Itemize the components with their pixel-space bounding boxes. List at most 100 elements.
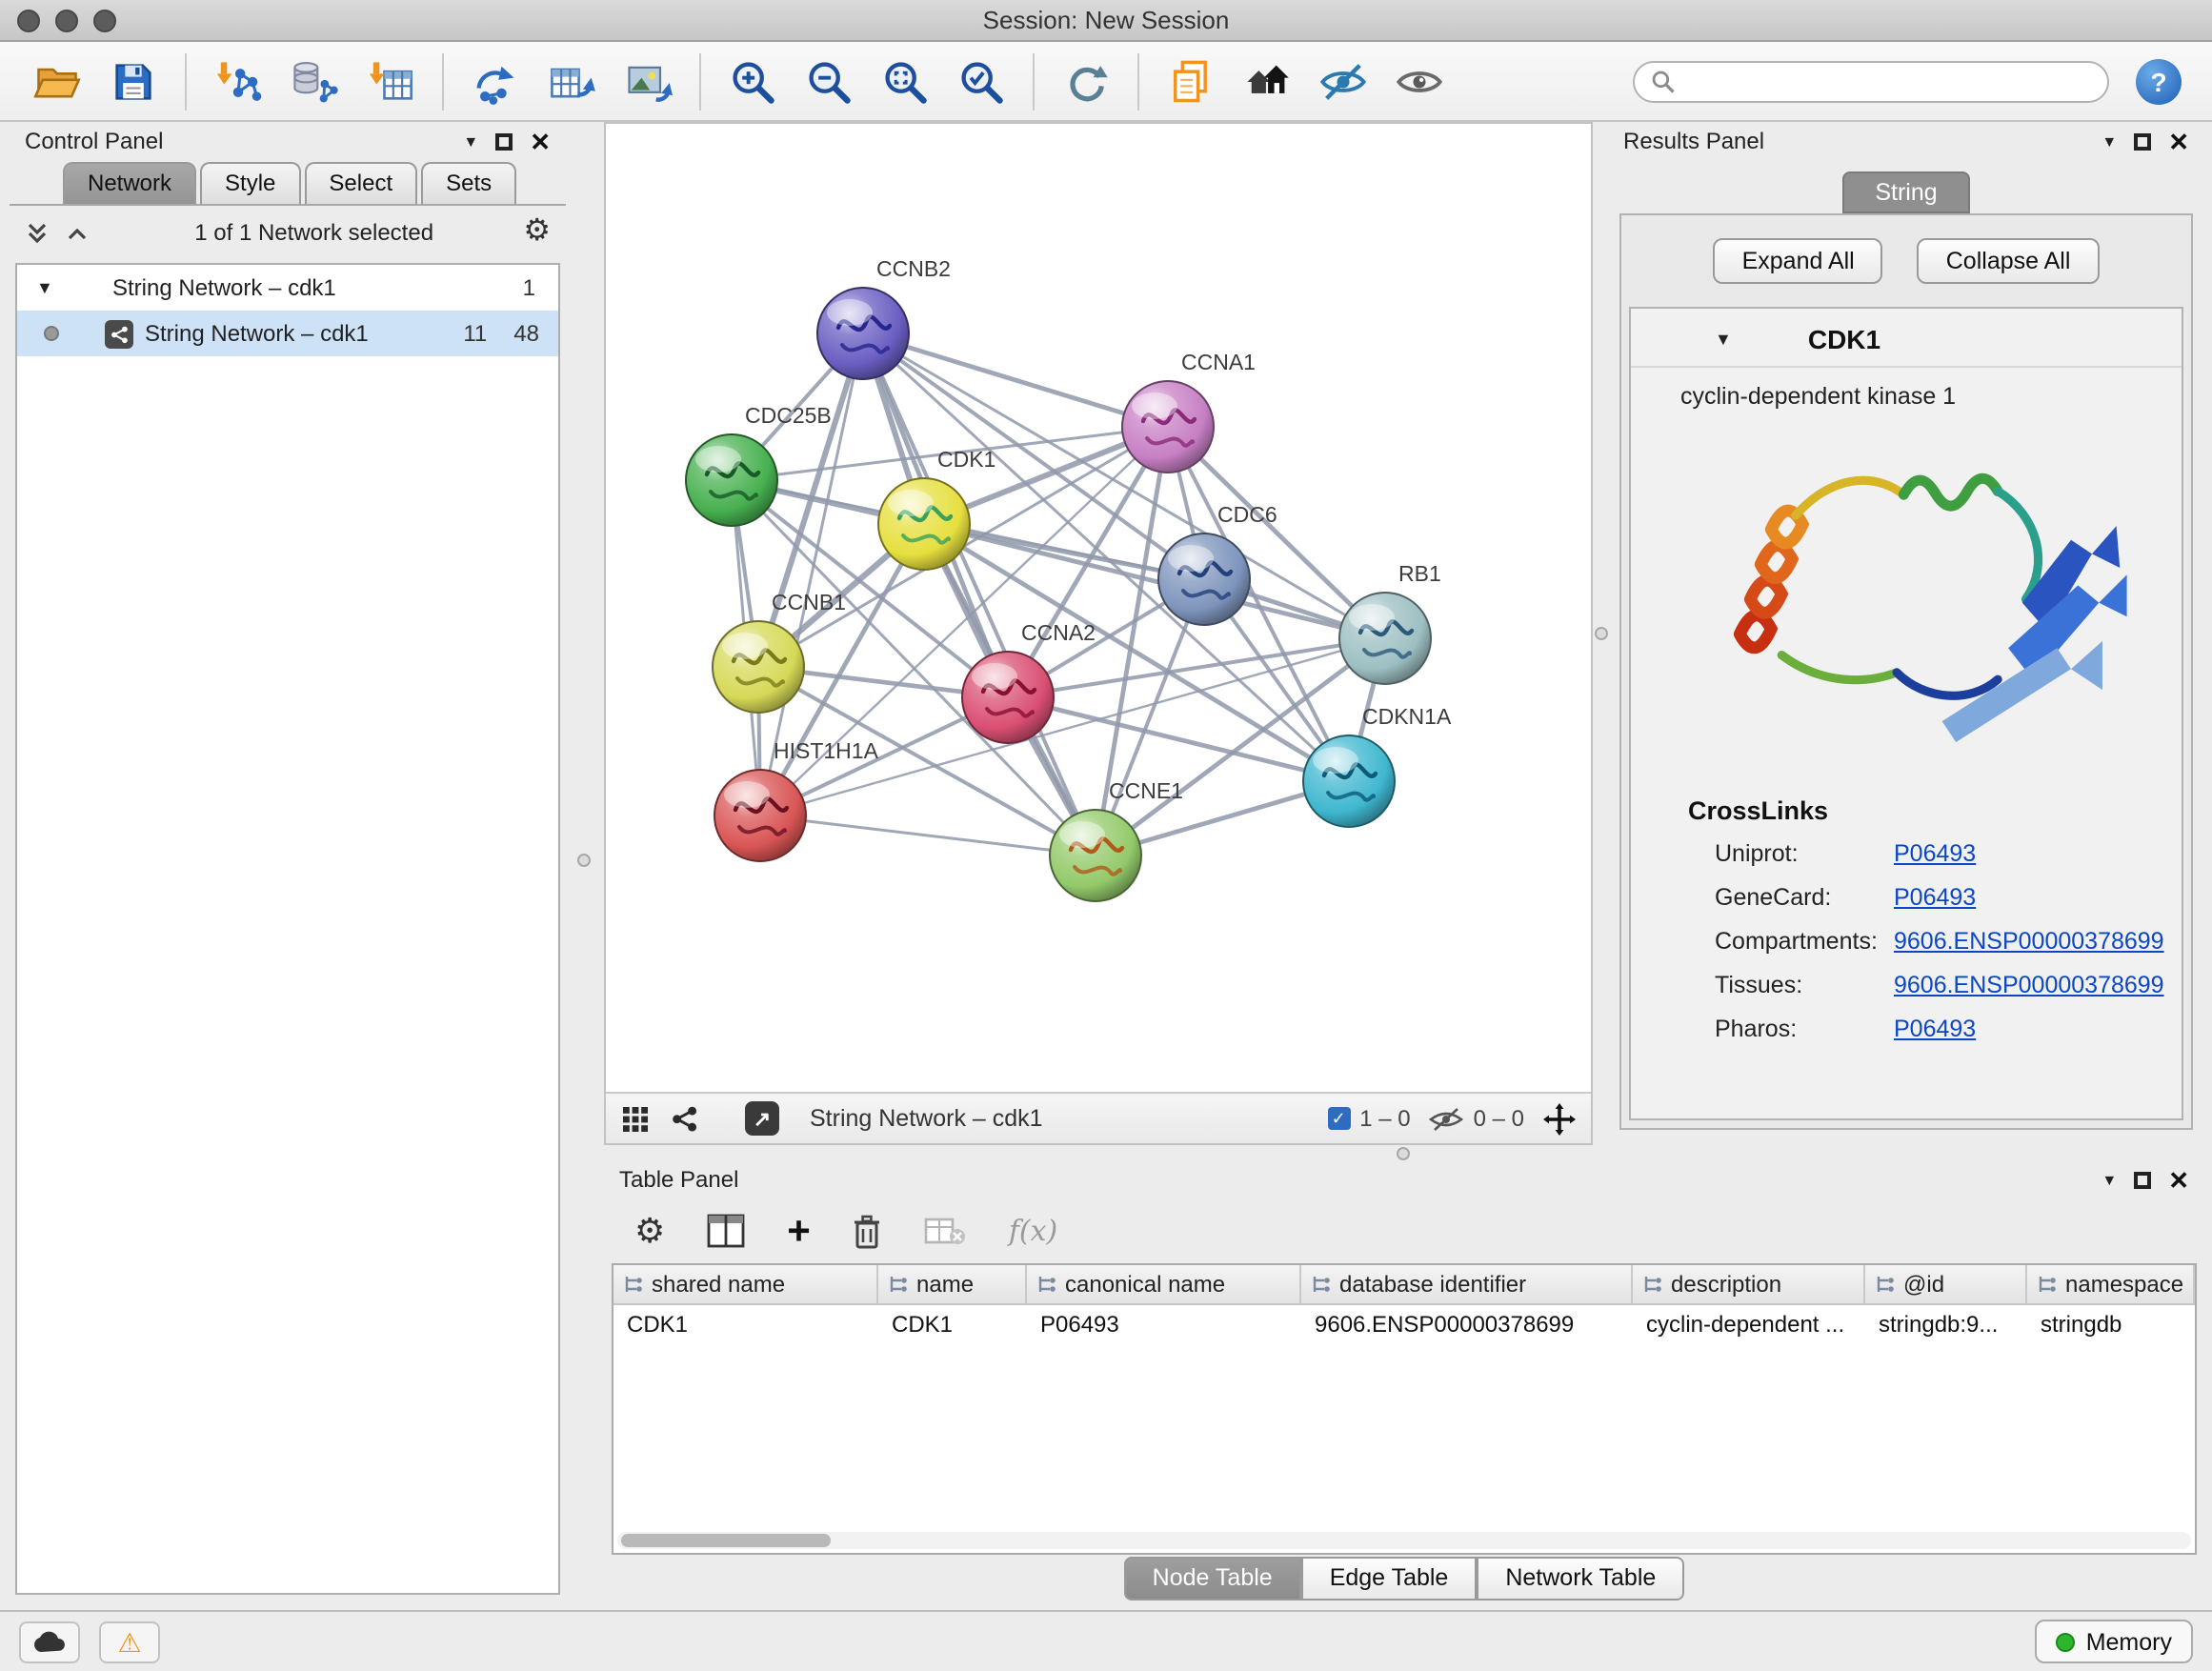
tab-sets[interactable]: Sets [421,162,516,204]
tab-node-table[interactable]: Node Table [1124,1557,1301,1601]
hidden-edge-count: 0 – 0 [1430,1105,1524,1132]
column-header-namespace[interactable]: namespace [2027,1265,2195,1303]
hide-panel-button[interactable] [1309,49,1377,113]
network-node-rb1[interactable]: RB1 [1339,561,1441,684]
network-collection-row[interactable]: ▼ String Network – cdk1 1 [17,265,558,311]
import-table-icon [366,56,415,106]
tree-caret-icon[interactable]: ▼ [36,278,59,297]
pan-mode-button[interactable] [1543,1102,1576,1135]
panel-float-icon[interactable] [2134,132,2151,150]
panel-menu-icon[interactable]: ▼ [2101,1171,2117,1188]
clone-network-button[interactable] [461,49,530,113]
protein-card-header[interactable]: ▼ CDK1 [1631,309,2182,368]
share-network-icon [669,1103,699,1134]
tab-select[interactable]: Select [304,162,417,204]
open-session-button[interactable] [23,49,91,113]
column-header-canonical-name[interactable]: canonical name [1027,1265,1301,1303]
table-horizontal-scrollbar[interactable] [617,1532,2191,1549]
network-row-selected[interactable]: String Network – cdk1 11 48 [17,311,558,356]
help-button[interactable]: ? [2136,58,2182,104]
column-header-name[interactable]: name [878,1265,1027,1303]
panel-float-icon[interactable] [495,132,513,150]
memory-label: Memory [2086,1628,2172,1655]
tab-network[interactable]: Network [63,162,196,204]
section-caret-icon[interactable]: ▼ [1715,330,1732,349]
vertical-splitter-handle[interactable] [577,854,591,867]
zoom-selected-button[interactable] [947,49,1016,113]
network-edge-ccnb2-ccna1[interactable] [863,333,1168,427]
show-panel-button[interactable] [1385,49,1454,113]
string-results-box: Expand All Collapse All ▼ CDK1 cyclin-de… [1619,213,2193,1130]
scrollbar-thumb[interactable] [621,1534,831,1547]
network-node-hist1h1a[interactable]: HIST1H1A [714,738,879,861]
network-node-ccnb2[interactable]: CCNB2 [817,256,951,379]
clear-table-button-disabled[interactable] [925,1216,967,1246]
column-header-description[interactable]: description [1633,1265,1865,1303]
crosslink-label: Tissues: [1715,972,1894,998]
legacy-home-button[interactable] [1233,49,1301,113]
column-header-id[interactable]: @id [1865,1265,2027,1303]
panel-close-icon[interactable]: ✕ [2168,1167,2189,1192]
zoom-fit-button[interactable] [871,49,939,113]
expand-all-button[interactable]: Expand All [1714,238,1883,284]
results-panel: Results Panel ▼ ✕ String Expand All Coll… [1608,122,2204,1145]
show-columns-button[interactable] [707,1214,745,1248]
panel-close-icon[interactable]: ✕ [530,129,551,153]
warnings-button[interactable]: ⚠ [99,1621,160,1662]
export-table-button[interactable] [537,49,606,113]
panel-float-icon[interactable] [2134,1171,2151,1188]
warning-icon: ⚠ [117,1628,141,1655]
title-bar: Session: New Session [0,0,2212,42]
export-image-button[interactable] [613,49,682,113]
network-edge-hist1h1a-ccne1[interactable] [760,815,1096,856]
collapse-all-rows-icon[interactable] [65,220,90,245]
function-builder-label[interactable]: f(x) [1009,1214,1057,1248]
memory-button[interactable]: Memory [2035,1620,2193,1663]
horizontal-splitter-handle[interactable] [1397,1147,1410,1160]
crosslink-pharos-link[interactable]: P06493 [1894,1016,2182,1042]
import-network-database-button[interactable] [280,49,349,113]
network-options-gear-icon[interactable]: ⚙ [523,217,551,248]
panel-menu-icon[interactable]: ▼ [463,132,478,150]
table-settings-button[interactable]: ⚙ [634,1214,665,1248]
gear-icon: ⚙ [634,1214,665,1248]
save-session-button[interactable] [99,49,168,113]
trash-icon [853,1213,883,1249]
network-node-ccna1[interactable]: CCNA1 [1122,350,1256,473]
crosslink-genecard-link[interactable]: P06493 [1894,884,2182,911]
cloud-status-button[interactable] [19,1621,80,1662]
panel-menu-icon[interactable]: ▼ [2101,132,2117,150]
import-network-file-button[interactable] [204,49,272,113]
crosslink-tissues-link[interactable]: 9606.ENSP00000378699 [1894,972,2182,998]
network-canvas-svg[interactable]: CCNB2CCNA1CDC25BCDK1CDC6RB1CCNB1CCNA2CDK… [606,124,1591,1092]
search-input[interactable] [1677,68,2092,94]
delete-column-button[interactable] [853,1213,883,1249]
table-row[interactable]: CDK1 CDK1 P06493 9606.ENSP00000378699 cy… [613,1305,2195,1345]
grid-icon [621,1104,650,1133]
expand-all-rows-icon[interactable] [25,220,50,245]
panel-close-icon[interactable]: ✕ [2168,129,2189,153]
tab-string[interactable]: String [1842,171,1969,213]
tab-style[interactable]: Style [200,162,300,204]
column-header-shared-name[interactable]: shared name [613,1265,878,1303]
refresh-view-button[interactable] [1052,49,1120,113]
copy-style-button[interactable] [1156,49,1225,113]
crosslink-compartments-link[interactable]: 9606.ENSP00000378699 [1894,928,2182,955]
tab-edge-table[interactable]: Edge Table [1301,1557,1478,1601]
network-node-cdk1[interactable]: CDK1 [878,447,995,570]
vertical-splitter-handle[interactable] [1595,627,1608,640]
import-table-button[interactable] [356,49,425,113]
cell-name: CDK1 [878,1305,1027,1345]
tab-network-table[interactable]: Network Table [1477,1557,1684,1601]
crosslink-uniprot-link[interactable]: P06493 [1894,840,2182,867]
collapse-all-button[interactable]: Collapse All [1918,238,2100,284]
zoom-out-button[interactable] [794,49,863,113]
import-network-database-icon [290,56,339,106]
detach-view-button[interactable]: ↗ [745,1101,779,1136]
add-column-button[interactable]: + [787,1211,811,1251]
network-node-cdkn1a[interactable]: CDKN1A [1303,704,1452,827]
view-grid-button[interactable] [621,1104,650,1133]
column-header-database-identifier[interactable]: database identifier [1301,1265,1633,1303]
birds-eye-view-button[interactable] [669,1103,699,1134]
zoom-in-button[interactable] [718,49,787,113]
